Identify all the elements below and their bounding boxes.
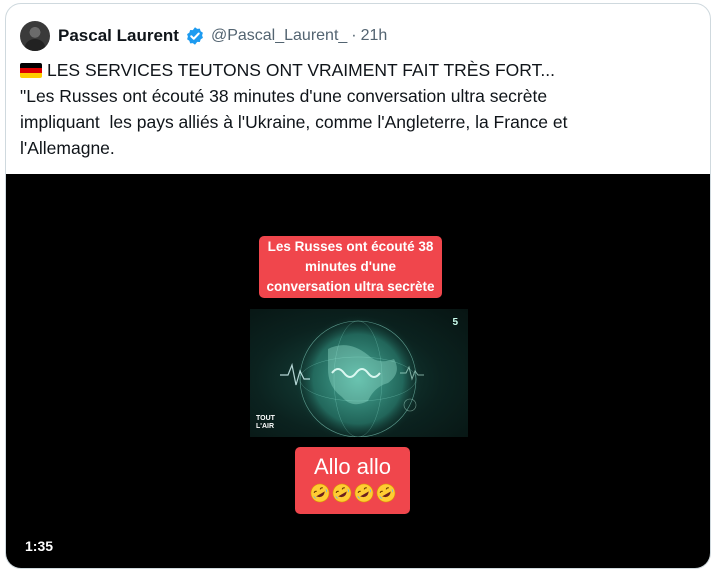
frame-number: 5 — [452, 317, 458, 328]
tweet-header: Pascal Laurent @Pascal_Laurent_ · 21h — [20, 19, 387, 53]
verified-badge-icon — [187, 27, 203, 45]
tweet-text-line: l'Allemagne. — [20, 138, 115, 158]
tweet-text: LES SERVICES TEUTONS ONT VRAIMENT FAIT T… — [20, 57, 700, 161]
tweet-text-line: LES SERVICES TEUTONS ONT VRAIMENT FAIT T… — [20, 57, 700, 83]
video-duration: 1:35 — [25, 538, 54, 554]
globe-video-frame: 5 TOUT L'AIR — [250, 309, 468, 437]
emoji-row — [295, 483, 410, 503]
caption-line: conversation ultra secrète — [266, 279, 435, 294]
channel-logo-line: TOUT — [256, 415, 275, 422]
germany-flag-icon — [20, 63, 42, 78]
rolling-on-floor-laughing-icon — [310, 483, 329, 503]
channel-logo-line: L'AIR — [256, 423, 274, 430]
rolling-on-floor-laughing-icon — [376, 483, 395, 503]
avatar[interactable] — [20, 21, 50, 51]
header-separator: · — [351, 27, 357, 44]
rolling-on-floor-laughing-icon — [354, 483, 373, 503]
tweet-text-line: "Les Russes ont écouté 38 minutes d'une … — [20, 86, 548, 106]
rolling-on-floor-laughing-icon — [332, 483, 351, 503]
video-caption: Les Russes ont écouté 38 minutes d'une c… — [259, 236, 442, 298]
caption-line: Les Russes ont écouté 38 — [267, 239, 434, 254]
globe-graphic — [280, 315, 424, 437]
tweet-timestamp[interactable]: 21h — [361, 27, 388, 45]
author-display-name[interactable]: Pascal Laurent — [58, 26, 179, 46]
allo-text: Allo allo — [313, 454, 392, 479]
caption-line: minutes d'une — [305, 259, 396, 274]
tweet-card[interactable]: Pascal Laurent @Pascal_Laurent_ · 21h LE… — [5, 3, 711, 569]
author-handle[interactable]: @Pascal_Laurent_ — [211, 27, 347, 45]
tweet-text-line: impliquant les pays alliés à l'Ukraine, … — [20, 112, 568, 132]
channel-logo: TOUT L'AIR — [256, 415, 275, 431]
allo-caption: Allo allo — [295, 447, 410, 514]
video-player[interactable]: Les Russes ont écouté 38 minutes d'une c… — [6, 174, 710, 568]
